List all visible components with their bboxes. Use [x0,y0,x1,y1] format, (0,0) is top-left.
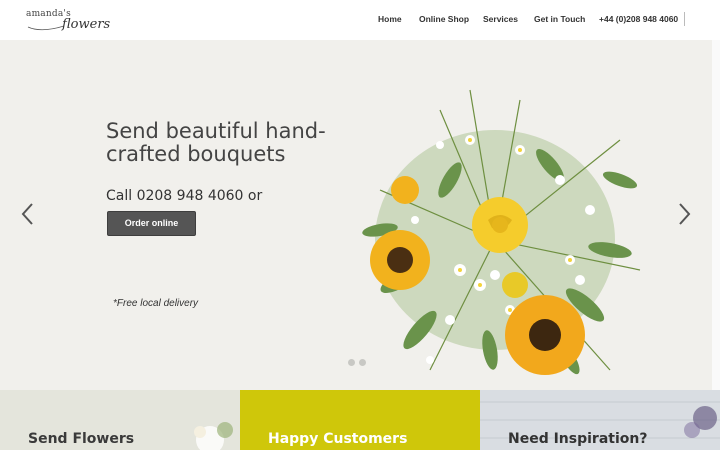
chevron-left-icon[interactable] [19,202,37,226]
site-header: amanda's flowers Home Online Shop Servic… [0,0,720,40]
slider-pagination [346,359,370,367]
slider-dot-2[interactable] [359,359,366,366]
hero-slider: Send beautiful hand-crafted bouquets Cal… [0,40,712,390]
panel-need-inspiration[interactable]: Need Inspiration? [480,390,720,450]
panel-happy-customers[interactable]: Happy Customers [240,390,480,450]
nav-home[interactable]: Home [378,14,402,24]
hero-title: Send beautiful hand-crafted bouquets [106,119,326,166]
panel-title-happy-customers: Happy Customers [268,431,408,447]
page-edge [712,40,720,390]
panel-title-need-inspiration: Need Inspiration? [508,431,648,447]
free-delivery-note: *Free local delivery [113,298,199,309]
nav-phone[interactable]: +44 (0)208 948 4060 [599,14,678,24]
chevron-right-icon[interactable] [675,202,693,226]
nav-divider [684,12,685,26]
order-online-button[interactable]: Order online [107,211,196,236]
panel-send-flowers[interactable]: Send Flowers [0,390,240,450]
main-nav: Home Online Shop Services Get in Touch +… [0,14,720,28]
nav-services[interactable]: Services [483,14,518,24]
nav-online-shop[interactable]: Online Shop [419,14,469,24]
flower-thumbnail-icon [194,422,233,450]
bouquet-image [362,89,641,375]
hero-call-text: Call 0208 948 4060 or [106,188,263,204]
panel-title-send-flowers: Send Flowers [28,431,135,447]
nav-get-in-touch[interactable]: Get in Touch [534,14,585,24]
slider-dot-1[interactable] [348,359,355,366]
